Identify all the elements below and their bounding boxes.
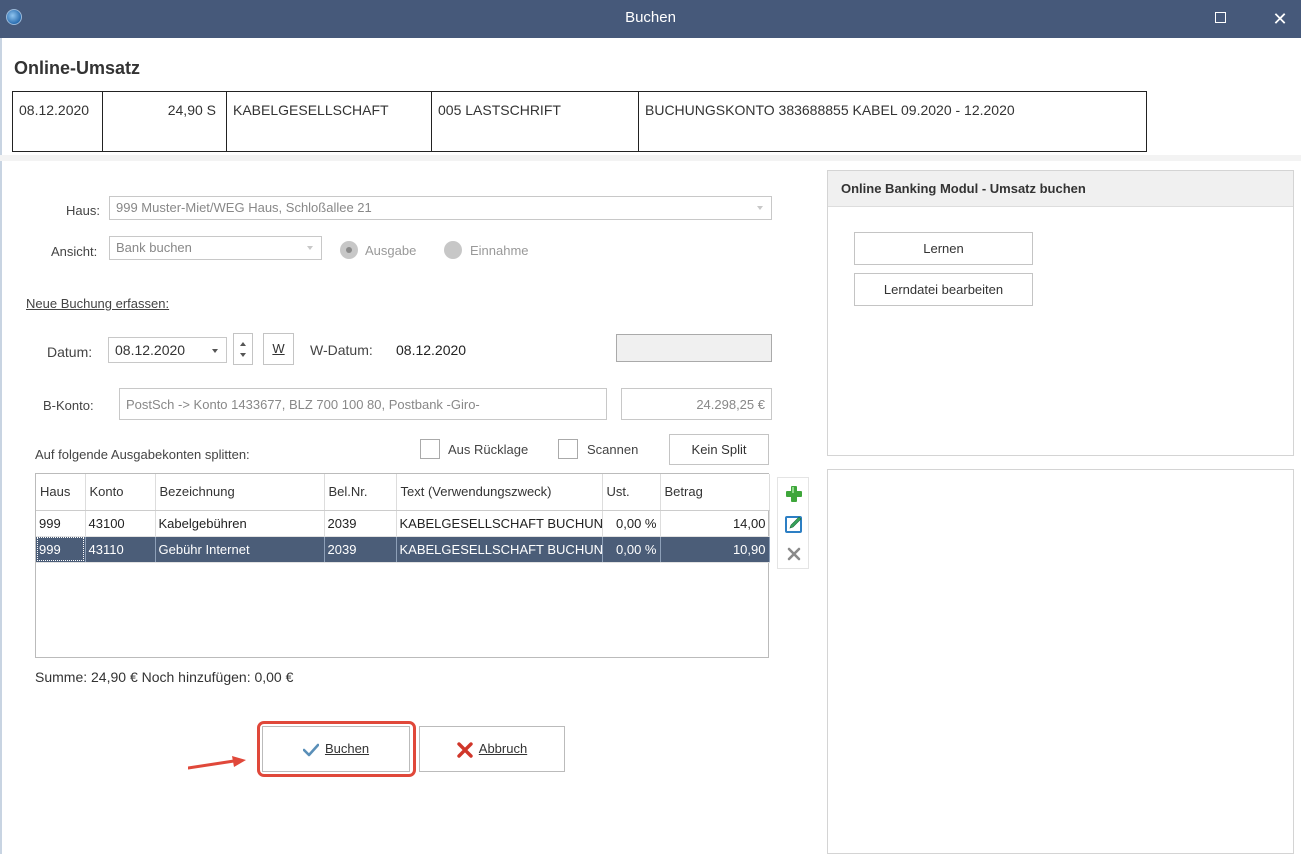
bkonto-field[interactable]: PostSch -> Konto 1433677, BLZ 700 100 80…	[119, 388, 607, 420]
cell-text[interactable]: KABELGESELLSCHAFT BUCHUN	[396, 510, 603, 537]
summary-text: Summe: 24,90 € Noch hinzufügen: 0,00 €	[35, 669, 294, 685]
online-umsatz-heading: Online-Umsatz	[14, 58, 141, 78]
column-header-ust[interactable]: Ust.	[602, 474, 661, 511]
radio-ausgabe-label: Ausgabe	[365, 243, 417, 258]
maximize-icon	[1214, 11, 1226, 23]
buchen-button[interactable]: Buchen	[262, 726, 410, 772]
table-row[interactable]: 999 43100 Kabelgebühren 2039 KABELGESELL…	[36, 510, 770, 537]
wdatum-value: 08.12.2020	[396, 342, 467, 358]
scannen-label: Scannen	[587, 442, 639, 457]
split-grid[interactable]: Haus Konto Bezeichnung Bel.Nr. Text (Ver…	[35, 473, 770, 658]
cell-bezeichnung[interactable]: Gebühr Internet	[155, 536, 325, 563]
radio-einnahme[interactable]	[444, 241, 462, 259]
abbruch-button[interactable]: Abbruch	[419, 726, 565, 772]
haus-label: Haus:	[66, 203, 100, 218]
umsatz-amount: 24,90 S	[103, 92, 227, 151]
split-label: Auf folgende Ausgabekonten splitten:	[35, 447, 250, 462]
cell-text[interactable]: KABELGESELLSCHAFT BUCHUN	[396, 536, 603, 563]
aus-ruecklage-checkbox[interactable]	[420, 439, 440, 459]
haus-select[interactable]: 999 Muster-Miet/WEG Haus, Schloßallee 21	[109, 196, 772, 220]
status-field	[616, 334, 772, 362]
ansicht-select[interactable]: Bank buchen	[109, 236, 322, 260]
cell-ust[interactable]: 0,00 %	[602, 510, 661, 537]
column-header-bezeichnung[interactable]: Bezeichnung	[155, 474, 325, 511]
column-header-belnr[interactable]: Bel.Nr.	[324, 474, 397, 511]
chevron-down-icon	[212, 349, 218, 353]
column-header-text[interactable]: Text (Verwendungszweck)	[396, 474, 603, 511]
checkmark-icon	[302, 743, 320, 756]
grid-header-row: Haus Konto Bezeichnung Bel.Nr. Text (Ver…	[36, 474, 770, 511]
online-banking-panel: Online Banking Modul - Umsatz buchen Ler…	[827, 170, 1294, 456]
cell-betrag[interactable]: 10,90	[660, 536, 770, 563]
window-title: Buchen	[625, 9, 676, 26]
datum-label: Datum:	[47, 344, 93, 360]
umsatz-summary-table: 08.12.2020 24,90 S KABELGESELLSCHAFT 005…	[12, 91, 1147, 152]
maximize-button[interactable]	[1200, 0, 1240, 38]
cell-konto[interactable]: 43110	[85, 536, 156, 563]
delete-icon[interactable]	[784, 544, 804, 564]
cell-ust[interactable]: 0,00 %	[602, 536, 661, 563]
close-button[interactable]: ✕	[1260, 0, 1300, 38]
radio-einnahme-label: Einnahme	[470, 243, 529, 258]
buchen-label: Buchen	[324, 741, 370, 756]
cancel-x-icon	[457, 741, 473, 758]
kein-split-button[interactable]: Kein Split	[669, 434, 769, 465]
online-banking-panel-title: Online Banking Modul - Umsatz buchen	[828, 171, 1293, 207]
radio-ausgabe[interactable]	[340, 241, 358, 259]
bkonto-balance: 24.298,25 €	[621, 388, 772, 420]
lerndatei-bearbeiten-button[interactable]: Lerndatei bearbeiten	[854, 273, 1033, 306]
aus-ruecklage-label: Aus Rücklage	[448, 442, 529, 457]
edit-icon[interactable]	[784, 514, 804, 534]
datum-value: 08.12.2020	[115, 342, 186, 358]
chevron-down-icon	[307, 246, 313, 250]
cell-haus[interactable]: 999	[36, 536, 86, 563]
preview-panel	[827, 469, 1294, 854]
abbruch-label: Abbruch	[478, 741, 528, 756]
section-divider	[0, 155, 1301, 161]
cell-belnr[interactable]: 2039	[324, 510, 397, 537]
neue-buchung-heading: Neue Buchung erfassen:	[26, 296, 170, 311]
column-header-konto[interactable]: Konto	[85, 474, 156, 511]
ansicht-label: Ansicht:	[51, 244, 98, 259]
umsatz-date: 08.12.2020	[13, 92, 103, 151]
cell-belnr[interactable]: 2039	[324, 536, 397, 563]
grid-toolbar	[777, 477, 809, 569]
w-button[interactable]: W	[263, 333, 294, 365]
spin-up-icon[interactable]	[240, 342, 246, 346]
umsatz-purpose: BUCHUNGSKONTO 383688855 KABEL 09.2020 - …	[645, 102, 1015, 118]
bkonto-label: B-Konto:	[43, 398, 94, 413]
cell-betrag[interactable]: 14,00	[660, 510, 770, 537]
cell-haus[interactable]: 999	[36, 510, 86, 537]
datum-spinner[interactable]	[233, 333, 253, 365]
lernen-button[interactable]: Lernen	[854, 232, 1033, 265]
datum-input[interactable]: 08.12.2020	[108, 337, 227, 363]
haus-value: 999 Muster-Miet/WEG Haus, Schloßallee 21	[116, 200, 372, 215]
scannen-checkbox[interactable]	[558, 439, 578, 459]
title-bar: Buchen ✕	[0, 0, 1301, 38]
column-header-betrag[interactable]: Betrag	[660, 474, 770, 511]
column-header-haus[interactable]: Haus	[36, 474, 86, 511]
chevron-down-icon	[757, 206, 763, 210]
ansicht-value: Bank buchen	[116, 240, 192, 255]
pointer-arrow-icon	[188, 756, 246, 770]
umsatz-type: 005 LASTSCHRIFT	[432, 92, 639, 151]
table-row-selected[interactable]: 999 43110 Gebühr Internet 2039 KABELGESE…	[36, 536, 770, 563]
spin-down-icon[interactable]	[240, 353, 246, 357]
umsatz-recipient: KABELGESELLSCHAFT	[227, 92, 432, 151]
cell-konto[interactable]: 43100	[85, 510, 156, 537]
wdatum-label: W-Datum:	[310, 342, 373, 358]
add-icon[interactable]	[784, 484, 804, 504]
cell-bezeichnung[interactable]: Kabelgebühren	[155, 510, 325, 537]
